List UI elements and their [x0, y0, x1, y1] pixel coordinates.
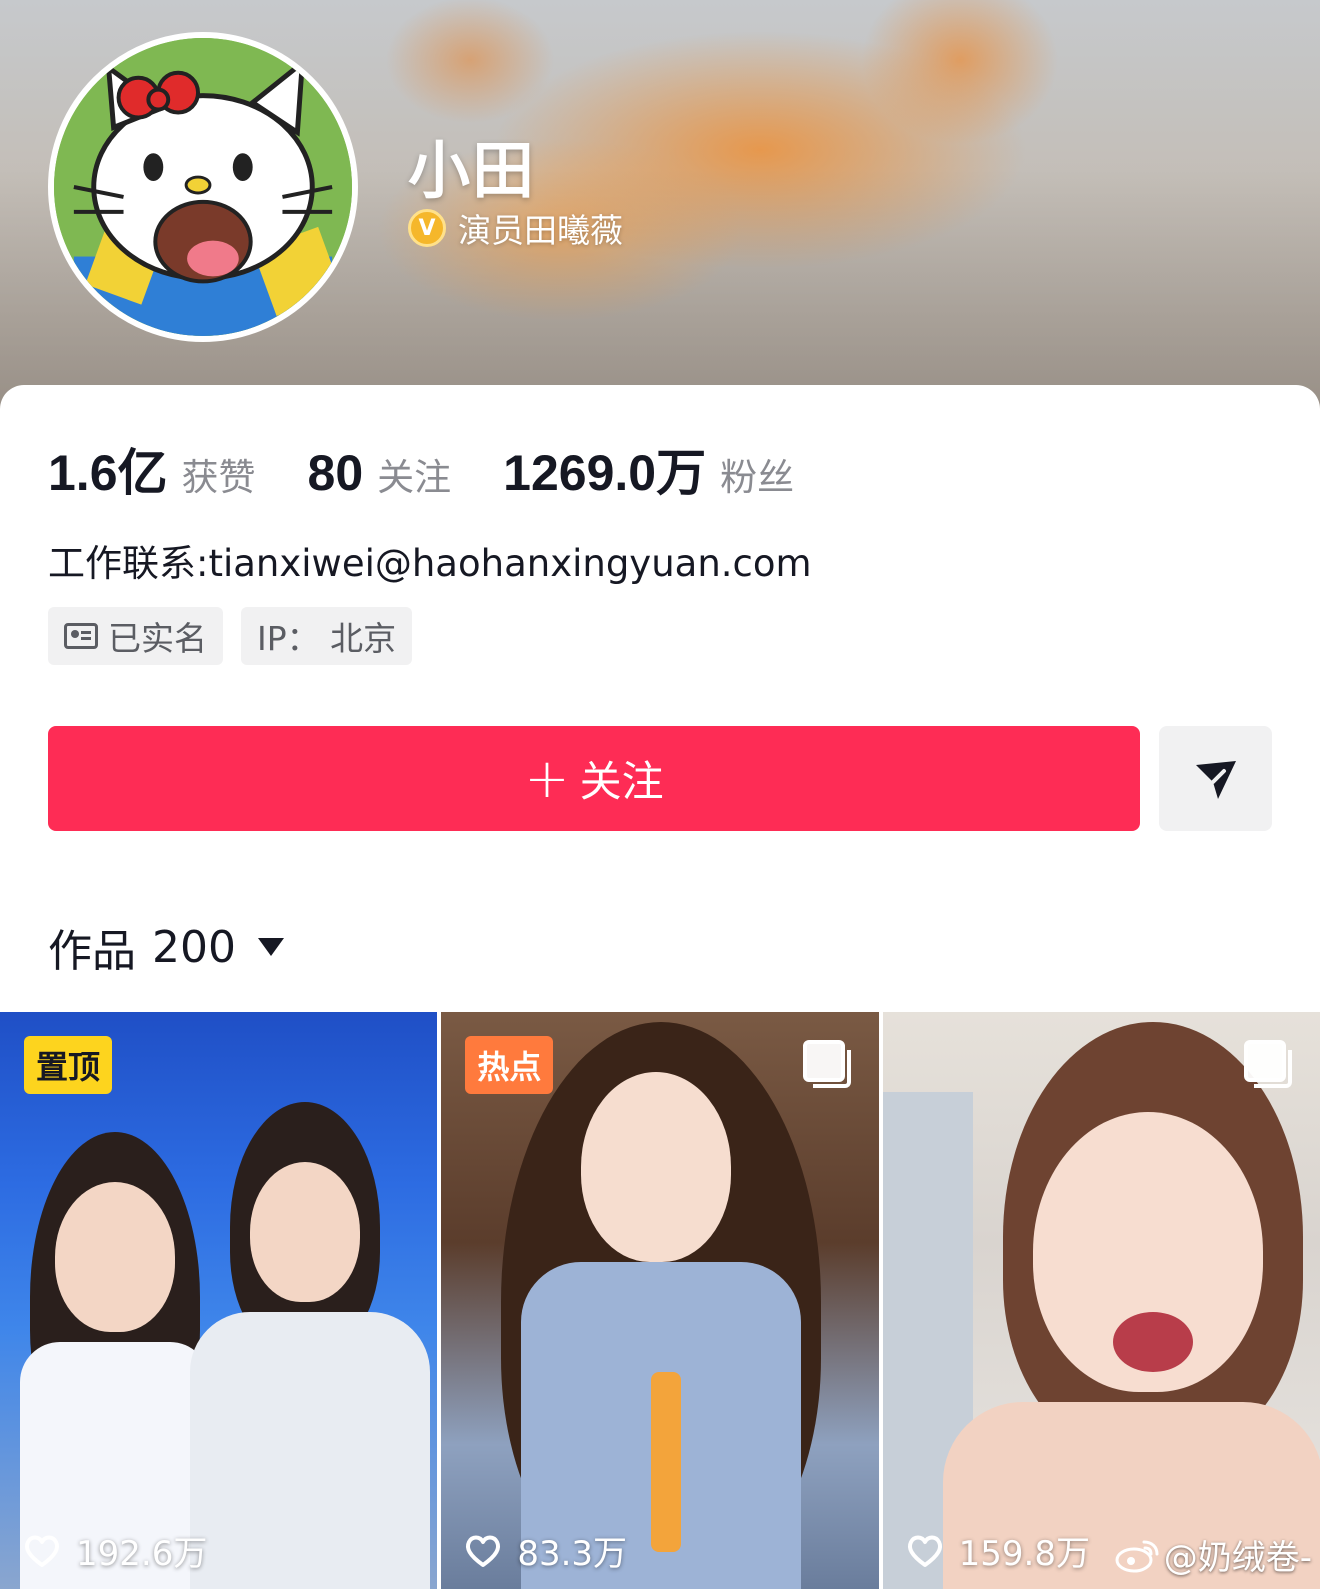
stat-following-label: 关注	[377, 456, 452, 499]
verified-row: V 演员田曦薇	[408, 204, 623, 252]
watermark-text: @奶绒卷-	[1163, 1538, 1312, 1578]
video-thumbnail-mouth	[1112, 1312, 1193, 1372]
realname-tag-label: 已实名	[108, 619, 207, 658]
stats-row: 1.6亿 获赞 80 关注 1269.0万 粉丝	[48, 433, 846, 505]
video-likes-count: 159.8万	[958, 1534, 1090, 1574]
video-grid: 置顶 192.6万 热点 83.3万 159.8万 @奶绒卷-	[0, 1012, 1320, 1589]
heart-icon	[466, 1535, 501, 1567]
video-card-3[interactable]: 159.8万	[882, 1012, 1320, 1589]
weibo-logo	[1115, 1540, 1159, 1572]
ip-tag-label: IP： 北京	[257, 619, 397, 658]
video-thumbnail-face	[250, 1162, 360, 1302]
video-thumbnail-body	[190, 1312, 430, 1589]
heart-icon	[24, 1535, 60, 1567]
works-tab[interactable]: 作品 200	[48, 915, 284, 979]
follow-button-label: 关注	[579, 757, 664, 806]
stat-likes-label: 获赞	[181, 456, 256, 499]
works-title: 作品	[48, 926, 136, 977]
follow-button[interactable]: + 关注	[48, 726, 1140, 831]
profile-tags: 已实名 IP： 北京	[48, 607, 413, 665]
stat-followers-number: 1269.0万	[503, 445, 707, 501]
profile-nickname: 小田	[408, 134, 537, 207]
video-card-2[interactable]: 热点 83.3万	[441, 1012, 879, 1589]
hot-badge: 热点	[465, 1036, 554, 1094]
plus-icon: +	[524, 746, 570, 810]
profile-bio: 工作联系:tianxiwei@haohanxingyuan.com	[48, 542, 812, 585]
send-message-button[interactable]	[1159, 726, 1272, 831]
multi-image-icon	[802, 1040, 851, 1088]
stat-followers[interactable]: 1269.0万 粉丝	[503, 433, 794, 505]
video-likes: 83.3万	[463, 1526, 627, 1575]
stat-following-number: 80	[307, 445, 364, 501]
avatar[interactable]	[48, 32, 358, 342]
video-likes-count: 83.3万	[517, 1534, 628, 1574]
stat-likes-number: 1.6亿	[48, 445, 168, 501]
stat-following[interactable]: 80 关注	[308, 444, 452, 502]
pinned-badge: 置顶	[24, 1036, 113, 1094]
id-card-icon	[64, 623, 98, 649]
video-thumbnail-face	[55, 1182, 175, 1332]
video-likes: 192.6万	[22, 1526, 207, 1575]
heart-icon	[907, 1535, 942, 1567]
multi-image-icon	[1243, 1040, 1292, 1088]
stat-likes[interactable]: 1.6亿 获赞	[48, 433, 256, 505]
video-thumbnail-drink	[651, 1372, 682, 1552]
video-card-1[interactable]: 置顶 192.6万	[0, 1012, 438, 1589]
works-count: 200	[152, 921, 236, 973]
avatar-cartoon-cat-icon	[54, 38, 352, 336]
send-icon	[1195, 760, 1236, 799]
realname-tag: 已实名	[48, 607, 223, 665]
verified-title: 演员田曦薇	[458, 211, 623, 250]
stat-followers-label: 粉丝	[720, 456, 795, 499]
ip-tag: IP： 北京	[241, 607, 413, 665]
video-likes: 159.8万	[905, 1526, 1090, 1575]
profile-banner: 小田 V 演员田曦薇	[0, 0, 1320, 420]
verified-v-icon: V	[408, 209, 446, 247]
video-likes-count: 192.6万	[76, 1534, 208, 1574]
video-thumbnail-face	[581, 1072, 732, 1262]
watermark: @奶绒卷-	[1114, 1530, 1312, 1579]
dropdown-caret-icon	[257, 938, 284, 956]
